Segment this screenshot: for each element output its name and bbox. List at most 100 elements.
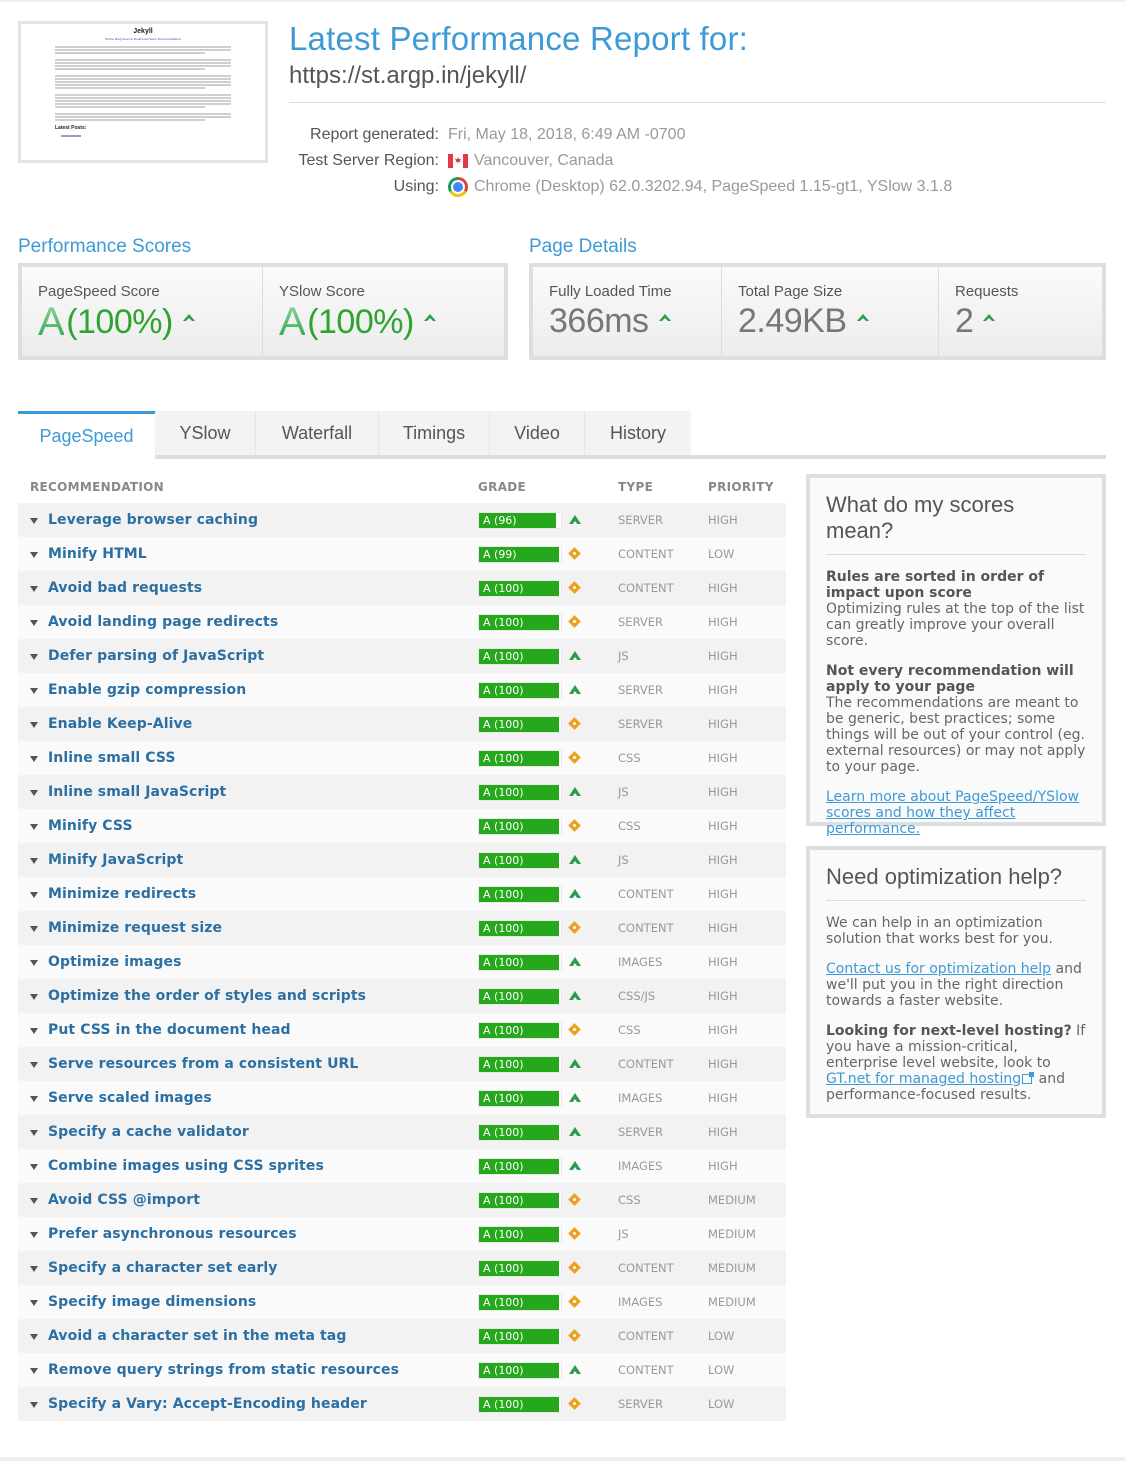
table-row[interactable]: Specify a character set early A (100) CONT…: [18, 1251, 786, 1285]
recommendation-name[interactable]: Inline small CSS: [48, 750, 176, 766]
expand-caret-icon[interactable]: [30, 518, 38, 524]
table-row[interactable]: Minimize request size A (100) CONTENT HIGH: [18, 911, 786, 945]
table-row[interactable]: Avoid CSS @import A (100) CSS MEDIUM: [18, 1183, 786, 1217]
grade-bar: A (99): [478, 546, 562, 563]
table-row[interactable]: Enable gzip compression A (100) SERVER HIGH: [18, 673, 786, 707]
table-row[interactable]: Enable Keep-Alive A (100) SERVER HIGH: [18, 707, 786, 741]
table-row[interactable]: Minify HTML A (99) CONTENT LOW: [18, 537, 786, 571]
table-row[interactable]: Put CSS in the document head A (100) CSS HI…: [18, 1013, 786, 1047]
recommendation-name[interactable]: Defer parsing of JavaScript: [48, 648, 264, 664]
recommendation-name[interactable]: Avoid CSS @import: [48, 1192, 200, 1208]
contact-us-link[interactable]: Contact us for optimization help: [826, 961, 1051, 977]
page-screenshot-thumbnail[interactable]: Jekyll Home Blog Source Download Gem Doc…: [18, 21, 268, 163]
expand-caret-icon[interactable]: [30, 1130, 38, 1136]
recommendation-name[interactable]: Minify HTML: [48, 546, 147, 562]
expand-caret-icon[interactable]: [30, 1096, 38, 1102]
table-row[interactable]: Minimize redirects A (100) CONTENT HIGH: [18, 877, 786, 911]
table-row[interactable]: Inline small JavaScript A (100) JS HIGH: [18, 775, 786, 809]
neutral-diamond-icon: [568, 547, 582, 561]
table-row[interactable]: Optimize images A (100) IMAGES HIGH: [18, 945, 786, 979]
expand-caret-icon[interactable]: [30, 824, 38, 830]
recommendation-name[interactable]: Minify JavaScript: [48, 852, 183, 868]
table-row[interactable]: Remove query strings from static resourc…: [18, 1353, 786, 1387]
recommendation-name[interactable]: Prefer asynchronous resources: [48, 1226, 297, 1242]
recommendation-name[interactable]: Specify a character set early: [48, 1260, 278, 1276]
recommendation-name[interactable]: Avoid a character set in the meta tag: [48, 1328, 346, 1344]
table-row[interactable]: Defer parsing of JavaScript A (100) JS HIGH: [18, 639, 786, 673]
recommendation-name[interactable]: Combine images using CSS sprites: [48, 1158, 324, 1174]
recommendation-name[interactable]: Specify a cache validator: [48, 1124, 249, 1140]
expand-caret-icon[interactable]: [30, 994, 38, 1000]
recommendation-name[interactable]: Specify image dimensions: [48, 1294, 256, 1310]
expand-caret-icon[interactable]: [30, 926, 38, 932]
recommendation-name[interactable]: Put CSS in the document head: [48, 1022, 291, 1038]
tab-video[interactable]: Video: [490, 411, 585, 455]
expand-caret-icon[interactable]: [30, 1334, 38, 1340]
recommendation-name[interactable]: Specify a Vary: Accept-Encoding header: [48, 1396, 367, 1412]
recommendation-name[interactable]: Enable Keep-Alive: [48, 716, 192, 732]
tab-pagespeed[interactable]: PageSpeed: [18, 411, 155, 459]
expand-caret-icon[interactable]: [30, 892, 38, 898]
expand-caret-icon[interactable]: [30, 1198, 38, 1204]
table-row[interactable]: Avoid bad requests A (100) CONTENT HIGH: [18, 571, 786, 605]
page-title: Latest Performance Report for:: [289, 20, 749, 57]
expand-caret-icon[interactable]: [30, 586, 38, 592]
table-row[interactable]: Specify a Vary: Accept-Encoding header A …: [18, 1387, 786, 1421]
table-row[interactable]: Leverage browser caching A (96) SERVER HIGH: [18, 503, 786, 537]
expand-caret-icon[interactable]: [30, 960, 38, 966]
expand-caret-icon[interactable]: [30, 688, 38, 694]
table-row[interactable]: Combine images using CSS sprites A (100) I…: [18, 1149, 786, 1183]
recommendation-name[interactable]: Avoid landing page redirects: [48, 614, 278, 630]
expand-caret-icon[interactable]: [30, 1300, 38, 1306]
tab-history[interactable]: History: [585, 411, 691, 455]
expand-caret-icon[interactable]: [30, 620, 38, 626]
expand-caret-icon[interactable]: [30, 1028, 38, 1034]
column-header-type: TYPE: [618, 480, 654, 494]
recommendation-name[interactable]: Minify CSS: [48, 818, 133, 834]
recommendation-name[interactable]: Avoid bad requests: [48, 580, 202, 596]
recommendation-name[interactable]: Remove query strings from static resourc…: [48, 1362, 399, 1378]
table-row[interactable]: Optimize the order of styles and scripts…: [18, 979, 786, 1013]
expand-caret-icon[interactable]: [30, 552, 38, 558]
table-row[interactable]: Serve scaled images A (100) IMAGES HIGH: [18, 1081, 786, 1115]
neutral-diamond-icon: [568, 921, 582, 935]
expand-caret-icon[interactable]: [30, 654, 38, 660]
table-row[interactable]: Avoid landing page redirects A (100) SERVE…: [18, 605, 786, 639]
expand-caret-icon[interactable]: [30, 790, 38, 796]
recommendation-name[interactable]: Inline small JavaScript: [48, 784, 226, 800]
recommendation-name[interactable]: Leverage browser caching: [48, 512, 258, 528]
recommendation-name[interactable]: Minimize redirects: [48, 886, 196, 902]
recommendation-name[interactable]: Enable gzip compression: [48, 682, 246, 698]
expand-caret-icon[interactable]: [30, 722, 38, 728]
expand-caret-icon[interactable]: [30, 1402, 38, 1408]
table-row[interactable]: Prefer asynchronous resources A (100) JS ME…: [18, 1217, 786, 1251]
expand-caret-icon[interactable]: [30, 756, 38, 762]
table-row[interactable]: Specify image dimensions A (100) IMAGES MED…: [18, 1285, 786, 1319]
managed-hosting-link[interactable]: GT.net for managed hosting: [826, 1071, 1021, 1087]
table-row[interactable]: Inline small CSS A (100) CSS HIGH: [18, 741, 786, 775]
expand-caret-icon[interactable]: [30, 858, 38, 864]
table-row[interactable]: Minify JavaScript A (100) JS HIGH: [18, 843, 786, 877]
priority-value: MEDIUM: [708, 1193, 756, 1207]
tab-timings[interactable]: Timings: [379, 411, 490, 455]
tab-yslow[interactable]: YSlow: [155, 411, 256, 455]
learn-more-link[interactable]: Learn more about PageSpeed/YSlow scores …: [826, 789, 1079, 837]
tab-waterfall[interactable]: Waterfall: [256, 411, 379, 455]
expand-caret-icon[interactable]: [30, 1232, 38, 1238]
table-row[interactable]: Serve resources from a consistent URL A (…: [18, 1047, 786, 1081]
table-row[interactable]: Specify a cache validator A (100) SERVER HI…: [18, 1115, 786, 1149]
expand-caret-icon[interactable]: [30, 1164, 38, 1170]
type-value: IMAGES: [618, 955, 663, 969]
recommendation-name[interactable]: Optimize the order of styles and scripts: [48, 988, 366, 1004]
table-row[interactable]: Avoid a character set in the meta tag A (…: [18, 1319, 786, 1353]
expand-caret-icon[interactable]: [30, 1368, 38, 1374]
recommendation-name[interactable]: Minimize request size: [48, 920, 222, 936]
trend-up-icon: [568, 1091, 582, 1105]
table-row[interactable]: Minify CSS A (100) CSS HIGH: [18, 809, 786, 843]
expand-caret-icon[interactable]: [30, 1062, 38, 1068]
recommendation-name[interactable]: Serve resources from a consistent URL: [48, 1056, 358, 1072]
recommendation-name[interactable]: Optimize images: [48, 954, 182, 970]
priority-value: HIGH: [708, 751, 738, 765]
expand-caret-icon[interactable]: [30, 1266, 38, 1272]
recommendation-name[interactable]: Serve scaled images: [48, 1090, 212, 1106]
